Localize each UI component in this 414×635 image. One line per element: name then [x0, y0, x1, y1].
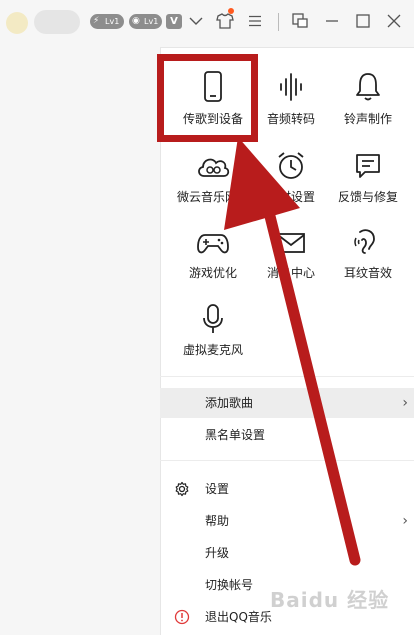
menu-item-help[interactable]: 帮助 › — [160, 506, 414, 536]
chevron-right-icon: › — [402, 513, 408, 529]
disc-badge-icon: ◉ — [132, 16, 140, 26]
minimize-icon[interactable] — [321, 10, 343, 32]
mail-icon — [277, 233, 305, 253]
menu-icon[interactable] — [244, 10, 266, 32]
vip-icon[interactable]: V — [166, 14, 182, 29]
notification-dot — [228, 8, 234, 14]
waveform-icon — [280, 73, 302, 101]
tool-label: 虚拟麦克风 — [182, 343, 243, 357]
tool-label: 铃声制作 — [343, 112, 392, 126]
chevron-right-icon: › — [402, 395, 408, 411]
menu-divider — [160, 376, 414, 377]
username[interactable] — [34, 10, 80, 34]
watermark: Baidu 经验 — [270, 588, 390, 612]
menu-divider — [160, 460, 414, 461]
tool-label: 耳纹音效 — [343, 266, 392, 280]
alert-circle-icon — [174, 609, 190, 625]
alarm-clock-icon — [278, 152, 304, 179]
maximize-icon[interactable] — [352, 10, 374, 32]
feedback-icon — [356, 154, 380, 178]
close-icon[interactable] — [383, 10, 405, 32]
tool-virtual-microphone[interactable]: 虚拟麦克风 — [174, 303, 252, 381]
title-bar: ⚡ Lv1 ◉ Lv1 V — [0, 0, 414, 44]
menu-item-upgrade[interactable]: 升级 — [160, 538, 414, 568]
gear-icon — [175, 481, 189, 497]
tool-weiyun-drive[interactable]: 微云音乐网盘 — [174, 150, 252, 228]
bell-icon — [356, 73, 380, 101]
tool-ringtone-maker[interactable]: 铃声制作 — [329, 70, 407, 148]
bolt-badge-icon: ⚡ — [93, 16, 100, 26]
microphone-icon — [203, 304, 223, 333]
tool-label: 反馈与修复 — [337, 190, 398, 204]
gamepad-icon — [197, 234, 229, 254]
level-badge-disc[interactable]: ◉ Lv1 — [129, 14, 162, 29]
menu-item-add-song[interactable]: 添加歌曲 › — [160, 388, 414, 418]
tool-ear-sound-effect[interactable]: 耳纹音效 — [329, 228, 407, 306]
tool-game-optimize[interactable]: 游戏优化 — [174, 228, 252, 306]
tool-audio-convert[interactable]: 音频转码 — [252, 70, 330, 148]
tool-feedback-repair[interactable]: 反馈与修复 — [329, 150, 407, 228]
menu-item-blacklist[interactable]: 黑名单设置 — [160, 420, 414, 450]
avatar[interactable] — [6, 12, 28, 34]
cloud-icon — [198, 158, 230, 177]
titlebar-separator — [278, 13, 279, 31]
menu-item-settings[interactable]: 设置 — [160, 474, 414, 504]
phone-icon — [204, 71, 222, 102]
chevron-down-icon[interactable] — [185, 10, 207, 32]
mini-mode-icon[interactable] — [289, 10, 311, 32]
level-badge-bolt[interactable]: ⚡ Lv1 — [90, 14, 124, 29]
tool-transfer-to-device[interactable]: 传歌到设备 — [174, 70, 252, 148]
ear-icon — [354, 229, 375, 254]
